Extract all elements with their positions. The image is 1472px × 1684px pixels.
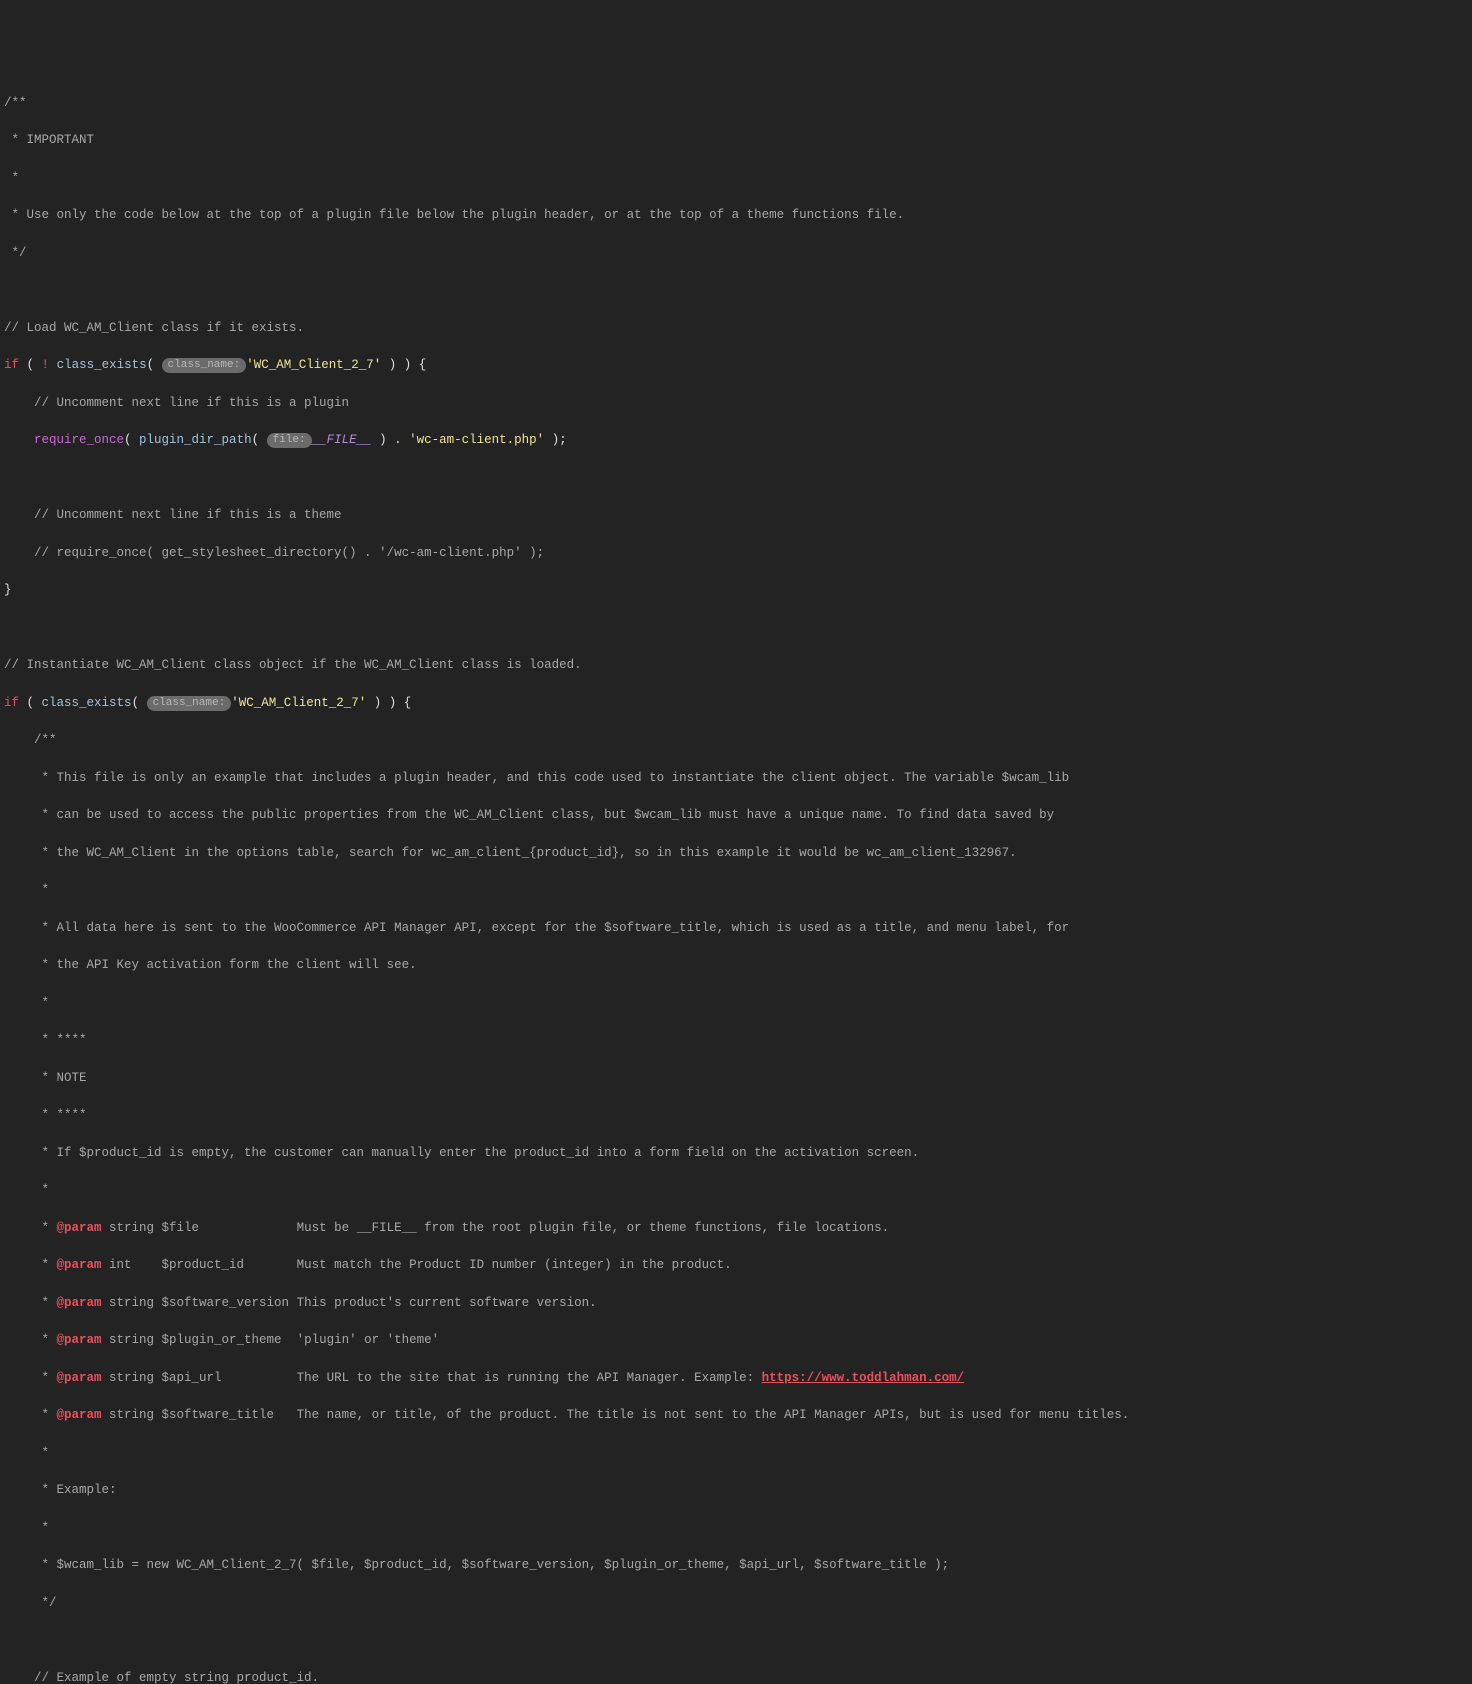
doc-text: int $product_id Must match the Product I… [102,1258,732,1272]
doc-text: string $api_url The URL to the site that… [102,1371,762,1385]
doc-line: * If $product_id is empty, the customer … [4,1146,919,1160]
docblock-close: */ [4,1596,57,1610]
fn-plugin-dir-path: plugin_dir_path [139,433,252,447]
comment: // Uncomment next line if this is a them… [4,508,342,522]
doc-line: * [4,171,19,185]
string: 'WC_AM_Client_2_7' [231,696,366,710]
punct: ( [252,433,267,447]
doc-url-link[interactable]: https://www.toddlahman.com/ [762,1371,965,1385]
docblock-close: */ [4,246,27,260]
doc-line: * [4,1521,49,1535]
doc-line: * can be used to access the public prope… [4,808,1054,822]
doc-tag-param: @param [57,1371,102,1385]
doc-line: * the API Key activation form the client… [4,958,417,972]
punct: ( [27,358,42,372]
doc-tag-param: @param [57,1221,102,1235]
doc-line: * **** [4,1108,87,1122]
doc-tag-param: @param [57,1296,102,1310]
doc-line: * This file is only an example that incl… [4,771,1069,785]
doc-prefix: * [4,1296,57,1310]
comment: // require_once( get_stylesheet_director… [4,546,544,560]
concat-op: . [394,433,409,447]
doc-prefix: * [4,1408,57,1422]
not-op: ! [42,358,57,372]
doc-prefix: * [4,1333,57,1347]
doc-line: * [4,1446,49,1460]
punct: ) ) { [381,358,426,372]
docblock-open: /** [4,733,57,747]
doc-line: * Use only the code below at the top of … [4,208,904,222]
indent [4,433,34,447]
keyword-require: require_once [34,433,124,447]
keyword-if: if [4,696,19,710]
param-hint: file: [267,433,312,448]
doc-tag-param: @param [57,1333,102,1347]
doc-line: * Example: [4,1483,117,1497]
doc-text: string $software_version This product's … [102,1296,597,1310]
punct: ( [124,433,139,447]
string: 'WC_AM_Client_2_7' [246,358,381,372]
doc-line: * IMPORTANT [4,133,94,147]
punct: ); [544,433,567,447]
param-hint: class_name: [147,696,232,711]
param-hint: class_name: [162,358,247,373]
doc-text: string $file Must be __FILE__ from the r… [102,1221,890,1235]
doc-line: * [4,883,49,897]
doc-tag-param: @param [57,1408,102,1422]
comment: // Load WC_AM_Client class if it exists. [4,321,304,335]
punct: ) [372,433,395,447]
comment: // Instantiate WC_AM_Client class object… [4,658,582,672]
doc-prefix: * [4,1371,57,1385]
doc-tag-param: @param [57,1258,102,1272]
keyword-if: if [4,358,19,372]
doc-line: * NOTE [4,1071,87,1085]
fn-class-exists: class_exists [42,696,132,710]
comment: // Example of empty string product_id. [4,1671,319,1684]
comment: // Uncomment next line if this is a plug… [4,396,349,410]
doc-text: string $plugin_or_theme 'plugin' or 'the… [102,1333,440,1347]
code-editor[interactable]: /** * IMPORTANT * * Use only the code be… [0,75,1472,1684]
docblock-open: /** [4,96,27,110]
doc-prefix: * [4,1221,57,1235]
doc-line: * $wcam_lib = new WC_AM_Client_2_7( $fil… [4,1558,949,1572]
doc-text: string $software_title The name, or titl… [102,1408,1130,1422]
doc-line: * the WC_AM_Client in the options table,… [4,846,1017,860]
brace-close: } [4,583,12,597]
doc-line: * All data here is sent to the WooCommer… [4,921,1069,935]
doc-line: * **** [4,1033,87,1047]
doc-line: * [4,1183,49,1197]
punct: ( [132,696,147,710]
doc-prefix: * [4,1258,57,1272]
punct: ( [147,358,162,372]
const-file: __FILE__ [312,433,372,447]
punct: ( [27,696,42,710]
punct: ) ) { [366,696,411,710]
string: 'wc-am-client.php' [409,433,544,447]
doc-line: * [4,996,49,1010]
fn-class-exists: class_exists [57,358,147,372]
